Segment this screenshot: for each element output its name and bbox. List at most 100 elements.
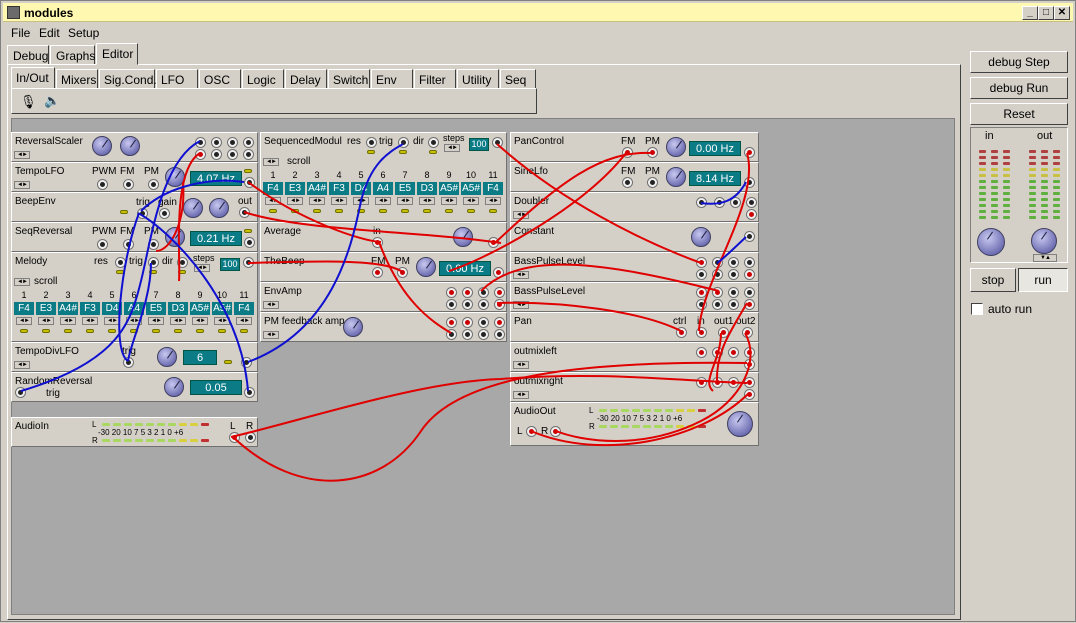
step-note[interactable]: D4 [351, 182, 371, 195]
step-note[interactable]: A5# [439, 182, 459, 195]
jack[interactable] [747, 198, 756, 207]
step-note[interactable]: E3 [36, 302, 56, 315]
knob[interactable] [691, 227, 711, 247]
step-spinner[interactable]: ◄► [375, 197, 391, 205]
step-spinner[interactable]: ◄► [441, 197, 457, 205]
step-spinner[interactable]: ◄► [148, 317, 164, 325]
step-note[interactable]: F3 [329, 182, 349, 195]
jack[interactable] [745, 148, 754, 157]
module-reversal-scaler[interactable]: ReversalScaler ◄► [11, 132, 258, 162]
module-sequenced-modul[interactable]: SequencedModul res trig dir steps ◄► 100… [260, 132, 507, 222]
module-pm-feedback-amp[interactable]: PM feedback amp ◄► [260, 312, 507, 342]
step-spinner[interactable]: ◄► [353, 197, 369, 205]
module-random-reversal[interactable]: RandomReversal trig 0.05 [11, 372, 258, 402]
step-spinner[interactable]: ◄► [82, 317, 98, 325]
jack[interactable] [729, 378, 738, 387]
run-button[interactable]: run [1018, 268, 1068, 292]
jack[interactable] [124, 180, 133, 189]
steps-spinner[interactable]: ◄► [194, 264, 210, 272]
module-menu-spinner[interactable]: ◄► [513, 391, 529, 399]
jack[interactable] [713, 270, 722, 279]
knob[interactable] [120, 136, 140, 156]
jack[interactable] [719, 328, 728, 337]
palette-tab-inout[interactable]: In/Out [11, 67, 55, 89]
debug-step-button[interactable]: debug Step [970, 51, 1068, 73]
jack[interactable] [447, 330, 456, 339]
step-spinner[interactable]: ◄► [214, 317, 230, 325]
step-spinner[interactable]: ◄► [192, 317, 208, 325]
palette-tab-seq[interactable]: Seq [500, 69, 536, 89]
knob[interactable] [92, 136, 112, 156]
module-bass-pulse-level-1[interactable]: BassPulseLevel ◄► [510, 252, 759, 282]
step-note[interactable]: F4 [234, 302, 254, 315]
module-menu-spinner[interactable]: ◄► [263, 331, 279, 339]
jack[interactable] [731, 198, 740, 207]
frequency-knob[interactable] [165, 227, 185, 247]
jack[interactable] [747, 210, 756, 219]
module-env-amp[interactable]: EnvAmp ◄► [260, 282, 507, 312]
step-note[interactable]: F4 [483, 182, 503, 195]
menu-file[interactable]: File [11, 26, 30, 40]
jack[interactable] [463, 300, 472, 309]
jack[interactable] [463, 318, 472, 327]
module-menu-spinner[interactable]: ◄► [513, 301, 529, 309]
jack[interactable] [697, 348, 706, 357]
knob[interactable] [164, 377, 184, 397]
jack[interactable] [495, 300, 504, 309]
output-gain-knob[interactable] [1031, 228, 1057, 254]
maximize-button[interactable]: □ [1038, 6, 1054, 20]
jack[interactable] [623, 148, 632, 157]
step-note[interactable]: E5 [395, 182, 415, 195]
palette-tab-switch[interactable]: Switch [328, 69, 370, 89]
palette-tab-filter[interactable]: Filter [414, 69, 456, 89]
jack[interactable] [98, 240, 107, 249]
jack[interactable] [230, 433, 239, 442]
jack[interactable] [244, 258, 253, 267]
step-spinner[interactable]: ◄► [287, 197, 303, 205]
palette-tab-utility[interactable]: Utility [457, 69, 499, 89]
module-the-beep[interactable]: TheBeep FM PM 0.00 Hz [260, 252, 507, 282]
jack[interactable] [677, 328, 686, 337]
knob[interactable] [183, 198, 203, 218]
jack[interactable] [16, 388, 25, 397]
module-menu-spinner[interactable]: ◄► [513, 361, 529, 369]
jack[interactable] [713, 348, 722, 357]
jack[interactable] [373, 238, 382, 247]
step-note[interactable]: E5 [146, 302, 166, 315]
jack[interactable] [245, 388, 254, 397]
module-sine-lfo[interactable]: SineLfo FM PM 8.14 Hz [510, 162, 759, 192]
jack[interactable] [648, 178, 657, 187]
jack[interactable] [729, 258, 738, 267]
step-note[interactable]: A4 [124, 302, 144, 315]
jack[interactable] [373, 268, 382, 277]
jack[interactable] [745, 178, 754, 187]
module-menu-spinner[interactable]: ◄► [513, 211, 529, 219]
step-spinner[interactable]: ◄► [463, 197, 479, 205]
jack[interactable] [246, 433, 255, 442]
jack[interactable] [493, 138, 502, 147]
knob[interactable] [157, 347, 177, 367]
palette-tab-lfo[interactable]: LFO [156, 69, 198, 89]
jack[interactable] [729, 288, 738, 297]
step-spinner[interactable]: ◄► [236, 317, 252, 325]
jack[interactable] [745, 270, 754, 279]
jack[interactable] [245, 178, 254, 187]
module-bass-pulse-level-2[interactable]: BassPulseLevel ◄► [510, 282, 759, 312]
jack[interactable] [697, 270, 706, 279]
menu-setup[interactable]: Setup [68, 26, 99, 40]
jack[interactable] [429, 138, 438, 147]
output-gain-spinner[interactable]: ▼▲ [1033, 254, 1057, 262]
jack[interactable] [196, 150, 205, 159]
steps-spinner[interactable]: ◄► [444, 144, 460, 152]
frequency-knob[interactable] [416, 257, 436, 277]
jack[interactable] [160, 209, 169, 218]
jack[interactable] [495, 330, 504, 339]
module-audio-in[interactable]: AudioIn L R -30 20 10 7 5 3 2 1 0 +6 L R [11, 417, 258, 447]
step-note[interactable]: D4 [102, 302, 122, 315]
jack[interactable] [713, 288, 722, 297]
jack[interactable] [494, 268, 503, 277]
jack[interactable] [745, 348, 754, 357]
jack[interactable] [124, 240, 133, 249]
jack[interactable] [729, 270, 738, 279]
step-spinner[interactable]: ◄► [104, 317, 120, 325]
